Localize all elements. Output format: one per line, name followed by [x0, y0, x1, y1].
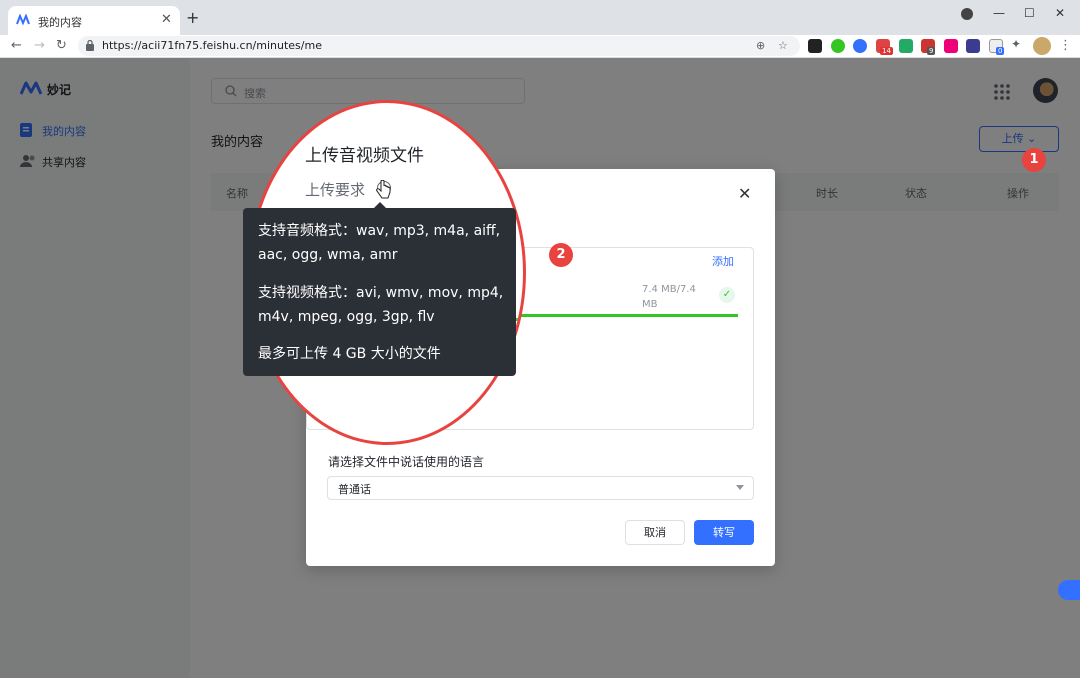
reload-icon[interactable]: ↻	[56, 38, 67, 53]
cursor-hand-icon	[376, 180, 391, 199]
upload-progress-bar	[516, 314, 738, 317]
browser-toolbar: ← → ↻ https://acii71fn75.feishu.cn/minut…	[0, 35, 1080, 58]
zoom-icon[interactable]: ⊕	[756, 39, 765, 52]
extension-download-icon[interactable]	[899, 39, 913, 53]
extension-check-icon[interactable]	[831, 39, 845, 53]
upload-requirements-tooltip: 支持音频格式：wav, mp3, m4a, aiff, aac, ogg, wm…	[243, 202, 516, 376]
new-tab-button[interactable]: +	[186, 8, 199, 27]
minimize-icon[interactable]: —	[993, 6, 1005, 20]
extension-layers-icon[interactable]	[944, 39, 958, 53]
caret-down-icon	[736, 485, 744, 490]
window-close-icon[interactable]: ✕	[1055, 6, 1065, 20]
upload-complete-check-icon: ✓	[719, 287, 735, 303]
lock-icon	[86, 40, 94, 51]
extension-shield-count: 9	[927, 47, 936, 55]
url-text: https://acii71fn75.feishu.cn/minutes/me	[102, 39, 322, 52]
browser-tab[interactable]: 我的内容 ✕	[8, 6, 180, 35]
extension-translate-count: 0	[996, 47, 1005, 55]
modal-close-icon[interactable]: ✕	[738, 184, 751, 203]
address-bar[interactable]: https://acii71fn75.feishu.cn/minutes/me …	[78, 36, 800, 56]
feedback-icon[interactable]	[1058, 580, 1080, 600]
transcribe-button[interactable]: 转写	[694, 520, 754, 545]
browser-profile-avatar[interactable]	[1033, 37, 1051, 55]
back-icon[interactable]: ←	[11, 38, 22, 53]
cancel-button[interactable]: 取消	[625, 520, 685, 545]
language-select-value: 普通话	[338, 483, 371, 496]
step-badge-2: 2	[549, 243, 573, 267]
add-file-link[interactable]: 添加	[712, 253, 734, 269]
tooltip-audio-formats: 支持音频格式：wav, mp3, m4a, aiff, aac, ogg, wm…	[258, 223, 501, 263]
tooltip-size-limit: 最多可上传 4 GB 大小的文件	[258, 346, 441, 362]
tooltip-arrow	[374, 202, 386, 208]
browser-menu-icon[interactable]: ⋮	[1059, 38, 1072, 53]
tooltip-video-formats: 支持视频格式：avi, wmv, mov, mp4, m4v, mpeg, og…	[258, 285, 504, 325]
bookmark-star-icon[interactable]: ☆	[778, 39, 788, 52]
forward-icon[interactable]: →	[34, 38, 45, 53]
extensions-puzzle-icon[interactable]: ✦	[1011, 37, 1025, 51]
step-badge-1: 1	[1022, 148, 1046, 172]
extension-badge-count: 14	[880, 47, 893, 55]
modal-title: 上传音视频文件	[305, 146, 424, 166]
feishu-minutes-favicon	[16, 14, 30, 26]
maximize-icon[interactable]: ☐	[1024, 6, 1035, 20]
language-label: 请选择文件中说话使用的语言	[328, 455, 485, 469]
file-size-text: 7.4 MB/7.4 MB	[642, 284, 696, 310]
tab-close-icon[interactable]: ✕	[161, 12, 172, 27]
extension-icon[interactable]	[808, 39, 822, 53]
upload-requirements-label: 上传要求	[305, 181, 366, 199]
profile-indicator-icon[interactable]	[961, 8, 973, 20]
language-select[interactable]: 普通话	[327, 476, 754, 500]
tab-title: 我的内容	[38, 16, 82, 29]
extension-c-icon[interactable]	[853, 39, 867, 53]
extension-ia-icon[interactable]	[966, 39, 980, 53]
browser-tabstrip: 我的内容 ✕ + — ☐ ✕	[0, 0, 1080, 35]
